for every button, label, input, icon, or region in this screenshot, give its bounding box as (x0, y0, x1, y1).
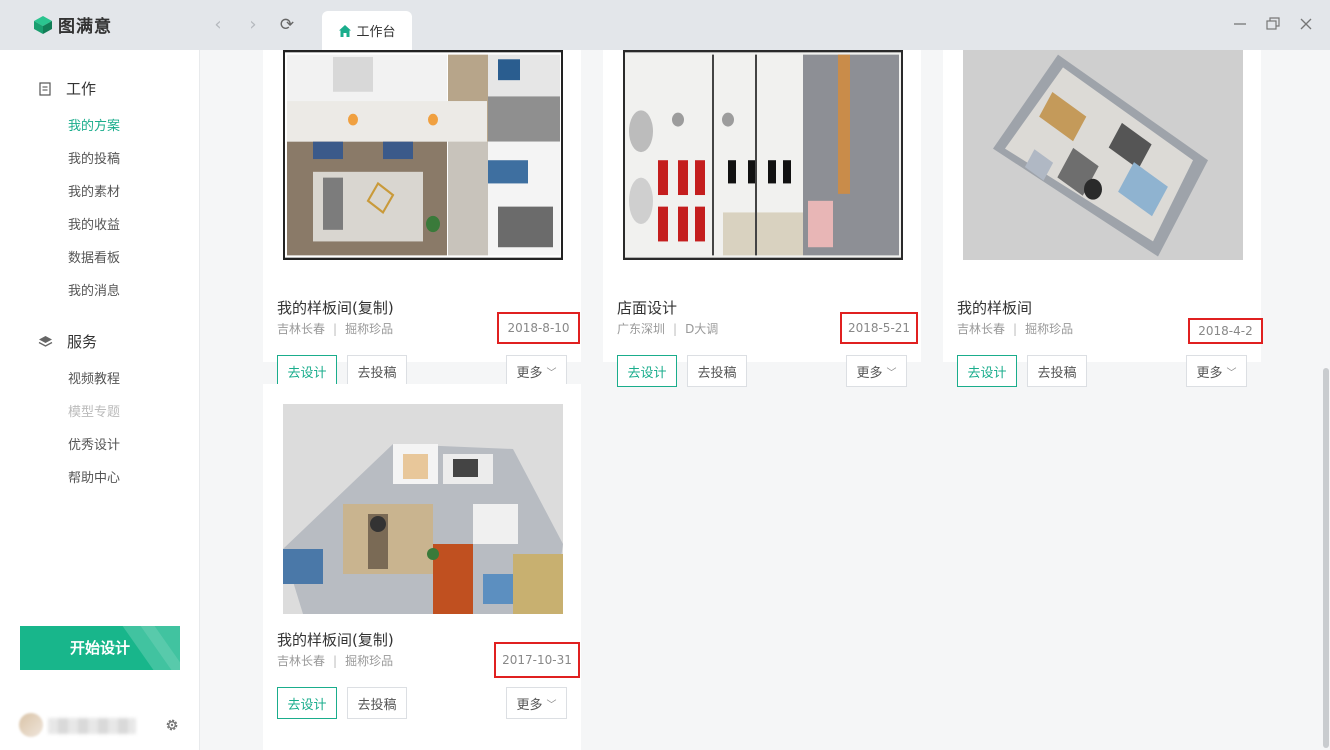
sidebar-item-my-materials[interactable]: 我的素材 (68, 181, 120, 200)
plan-card[interactable]: 我的样板间(复制) 吉林长春 | 掘称珍品 2018-8-10 去设计 去投稿 更多… (263, 50, 581, 387)
plan-card[interactable]: 我的样板间 吉林长春 | 掘称珍品 2018-4-2 去设计 去投稿 更多 ﹀ (943, 50, 1263, 387)
submit-button[interactable]: 去投稿 (687, 355, 747, 387)
app-logo: 图满意 (33, 12, 112, 37)
app-name: 图满意 (58, 17, 112, 37)
chevron-down-icon: ﹀ (546, 699, 557, 711)
plan-title[interactable]: 我的样板间(复制) (277, 297, 394, 318)
more-label: 更多 (856, 365, 883, 381)
work-section-header: 工作 (38, 78, 96, 99)
service-section-title: 服务 (67, 333, 98, 351)
plan-date: 2018-8-10 (497, 312, 580, 344)
close-icon[interactable] (1295, 13, 1317, 35)
sidebar-item-my-submissions[interactable]: 我的投稿 (68, 148, 120, 167)
more-dropdown[interactable]: 更多 ﹀ (506, 687, 567, 719)
minimize-icon[interactable] (1229, 13, 1251, 35)
more-label: 更多 (516, 697, 543, 713)
submit-button[interactable]: 去投稿 (347, 687, 407, 719)
floorplan-thumbnail[interactable] (623, 50, 903, 260)
plan-title[interactable]: 我的样板间 (957, 297, 1032, 318)
restore-icon[interactable] (1262, 13, 1284, 35)
plan-meta: 吉林长春 | 掘称珍品 (277, 322, 394, 336)
plan-date: 2017-10-31 (494, 642, 580, 678)
more-dropdown[interactable]: 更多 ﹀ (506, 355, 567, 387)
title-bar: 图满意 ‹ › ⟳ 工作台 (0, 0, 1330, 50)
plan-author: D大调 (685, 322, 719, 336)
work-section-title: 工作 (66, 80, 97, 98)
service-section-header: 服务 (38, 331, 97, 352)
plan-card[interactable]: 我的样板间(复制) 吉林长春 | 掘称珍品 2017-10-31 去设计 去投稿 更… (263, 384, 581, 750)
forward-icon[interactable]: › (243, 14, 263, 36)
sidebar-item-help-center[interactable]: 帮助中心 (68, 467, 120, 486)
gear-icon[interactable] (164, 717, 180, 733)
tab-workbench[interactable]: 工作台 (322, 11, 412, 50)
sidebar-item-my-messages[interactable]: 我的消息 (68, 280, 120, 299)
chevron-down-icon: ﹀ (1226, 367, 1237, 379)
home-icon (339, 24, 352, 37)
sidebar-item-dashboard[interactable]: 数据看板 (68, 247, 120, 266)
username-blurred (48, 718, 136, 734)
submit-button[interactable]: 去投稿 (347, 355, 407, 387)
start-design-label: 开始设计 (69, 639, 130, 657)
sidebar-item-my-plans[interactable]: 我的方案 (68, 115, 120, 134)
more-dropdown[interactable]: 更多 ﹀ (1186, 355, 1247, 387)
submit-label: 去投稿 (1037, 365, 1077, 381)
chevron-down-icon: ﹀ (886, 367, 897, 379)
floorplan-thumbnail[interactable] (963, 50, 1243, 260)
plan-card[interactable]: 店面设计 广东深圳 | D大调 2018-5-21 去设计 去投稿 更多 ﹀ (603, 50, 921, 387)
start-design-button[interactable]: 开始设计 (20, 626, 180, 670)
cube-logo-icon (34, 15, 52, 34)
more-label: 更多 (516, 365, 543, 381)
plan-location: 吉林长春 (277, 322, 326, 336)
design-button[interactable]: 去设计 (617, 355, 677, 387)
submit-button[interactable]: 去投稿 (1027, 355, 1087, 387)
plan-meta: 吉林长春 | 掘称珍品 (957, 322, 1074, 336)
vertical-scrollbar[interactable] (1323, 368, 1329, 748)
back-icon[interactable]: ‹ (208, 14, 228, 36)
more-label: 更多 (1196, 365, 1223, 381)
plan-location: 吉林长春 (277, 654, 326, 668)
refresh-icon[interactable]: ⟳ (277, 14, 297, 36)
layers-icon (38, 335, 53, 347)
submit-label: 去投稿 (357, 365, 397, 381)
plan-title[interactable]: 我的样板间(复制) (277, 629, 394, 650)
sidebar-item-my-earnings[interactable]: 我的收益 (68, 214, 120, 233)
sidebar-item-featured-designs[interactable]: 优秀设计 (68, 434, 120, 453)
document-icon (39, 81, 51, 96)
plan-author: 掘称珍品 (345, 322, 394, 336)
tab-label: 工作台 (356, 25, 396, 40)
submit-label: 去投稿 (357, 697, 397, 713)
plan-author: 掘称珍品 (345, 654, 394, 668)
plan-location: 广东深圳 (617, 322, 666, 336)
avatar[interactable] (19, 713, 43, 737)
submit-label: 去投稿 (697, 365, 737, 381)
plan-date: 2018-4-2 (1188, 318, 1263, 344)
plan-title[interactable]: 店面设计 (617, 297, 677, 318)
floorplan-thumbnail[interactable] (283, 50, 563, 260)
sidebar-item-model-topics[interactable]: 模型专题 (68, 401, 120, 420)
plan-author: 掘称珍品 (1025, 322, 1074, 336)
floorplan-thumbnail[interactable] (283, 404, 563, 614)
plan-date: 2018-5-21 (840, 312, 918, 344)
plan-location: 吉林长春 (957, 322, 1006, 336)
sidebar: 工作 我的方案 我的投稿 我的素材 我的收益 数据看板 我的消息 服务 视频教程… (0, 50, 200, 750)
more-dropdown[interactable]: 更多 ﹀ (846, 355, 907, 387)
plan-meta: 吉林长春 | 掘称珍品 (277, 654, 394, 668)
design-button[interactable]: 去设计 (957, 355, 1017, 387)
design-button[interactable]: 去设计 (277, 355, 337, 387)
plans-grid: 我的样板间(复制) 吉林长春 | 掘称珍品 2018-8-10 去设计 去投稿 更多… (200, 50, 1330, 750)
sidebar-item-video-tutorials[interactable]: 视频教程 (68, 368, 120, 387)
design-button[interactable]: 去设计 (277, 687, 337, 719)
chevron-down-icon: ﹀ (546, 367, 557, 379)
plan-meta: 广东深圳 | D大调 (617, 322, 719, 336)
